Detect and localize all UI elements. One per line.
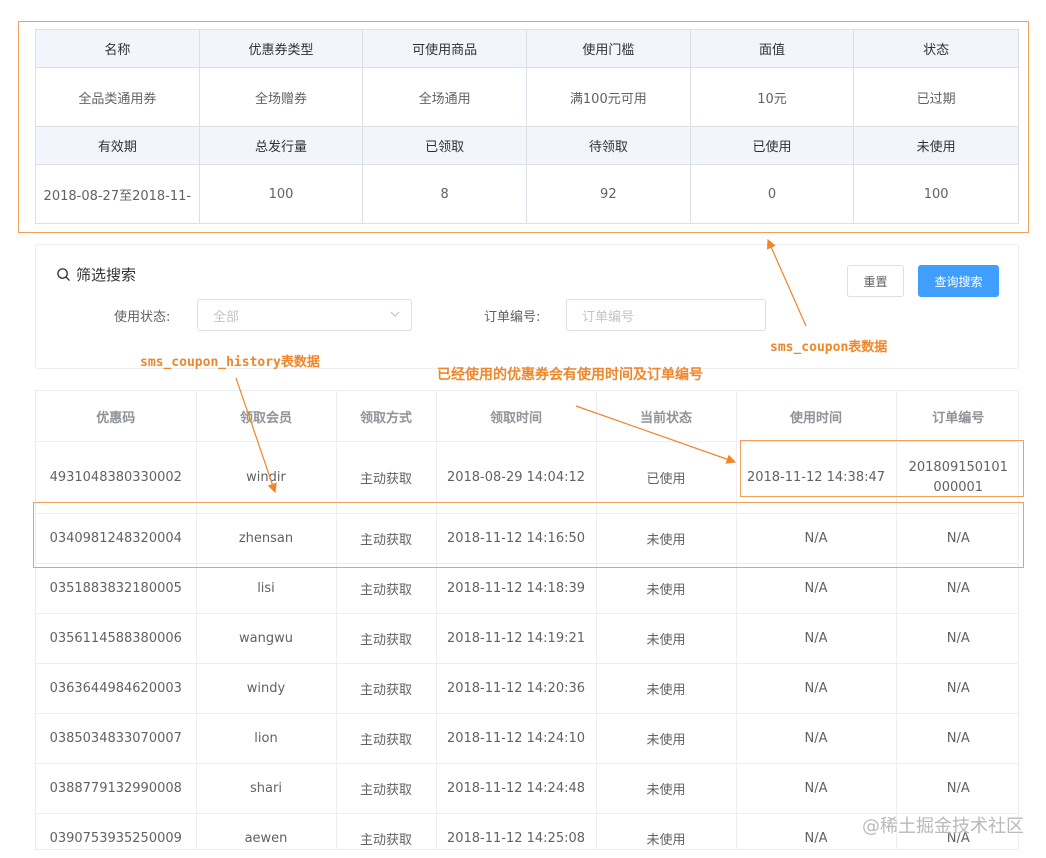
watermark: @稀土掘金技术社区 [862,816,1024,837]
arrow-to-coupon-table [767,238,807,327]
arrow-to-history-table [235,377,277,494]
annotation-arrows [235,238,807,494]
arrow-to-used-info [575,405,737,464]
